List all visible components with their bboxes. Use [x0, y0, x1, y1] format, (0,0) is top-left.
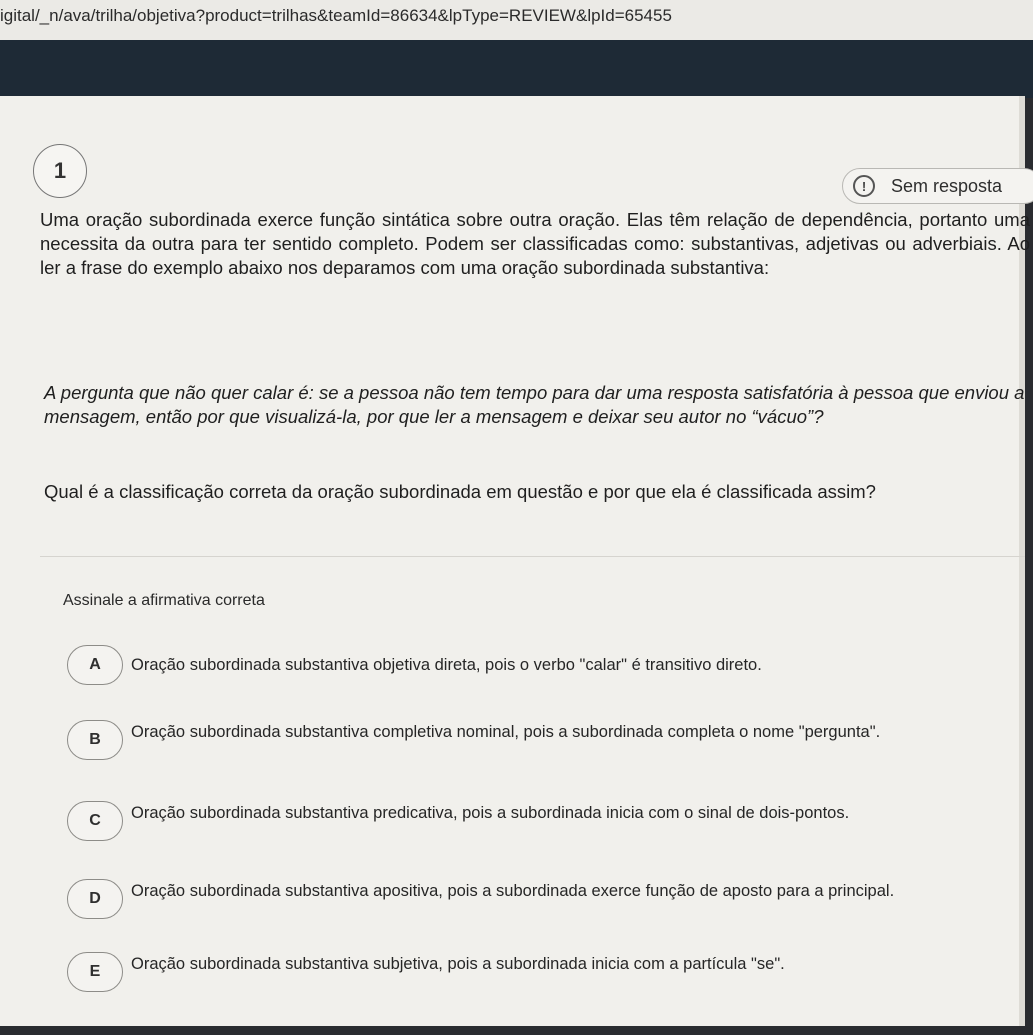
option-letter-e[interactable]: E	[67, 952, 123, 992]
question-example: A pergunta que não quer calar é: se a pe…	[44, 382, 1025, 427]
header-band	[0, 40, 1033, 98]
option-text-c[interactable]: Oração subordinada substantiva predicati…	[131, 801, 849, 824]
option-text-b[interactable]: Oração subordinada substantiva completiv…	[131, 720, 880, 743]
alert-circle-icon: !	[853, 175, 875, 197]
option-letter-b[interactable]: B	[67, 720, 123, 760]
option-a[interactable]: A Oração subordinada substantiva objetiv…	[67, 645, 1017, 685]
question-prompt: Uma oração subordinada exerce função sin…	[40, 209, 1030, 278]
divider	[40, 556, 1025, 557]
question-text: Qual é a classificação correta da oração…	[44, 481, 876, 502]
option-text-d[interactable]: Oração subordinada substantiva apositiva…	[131, 879, 894, 902]
status-text: Sem resposta	[891, 175, 1003, 196]
question-number: 1	[33, 144, 87, 198]
option-letter-d[interactable]: D	[67, 879, 123, 919]
option-letter-c[interactable]: C	[67, 801, 123, 841]
option-c[interactable]: C Oração subordinada substantiva predica…	[67, 801, 1017, 841]
url-text: igital/_n/ava/trilha/objetiva?product=tr…	[0, 6, 672, 25]
question-card: 1 ! Sem resposta Uma oração subordinada …	[0, 96, 1033, 1026]
option-text-e[interactable]: Oração subordinada substantiva subjetiva…	[131, 952, 785, 975]
option-d[interactable]: D Oração subordinada substantiva apositi…	[67, 879, 1017, 919]
option-b[interactable]: B Oração subordinada substantiva complet…	[67, 720, 1017, 760]
instruction-label: Assinale a afirmativa correta	[63, 592, 265, 609]
option-letter-a[interactable]: A	[67, 645, 123, 685]
option-e[interactable]: E Oração subordinada substantiva subjeti…	[67, 952, 1017, 992]
address-bar[interactable]: igital/_n/ava/trilha/objetiva?product=tr…	[0, 0, 1033, 40]
option-text-a[interactable]: Oração subordinada substantiva objetiva …	[131, 645, 762, 676]
status-badge: ! Sem resposta	[842, 168, 1033, 204]
